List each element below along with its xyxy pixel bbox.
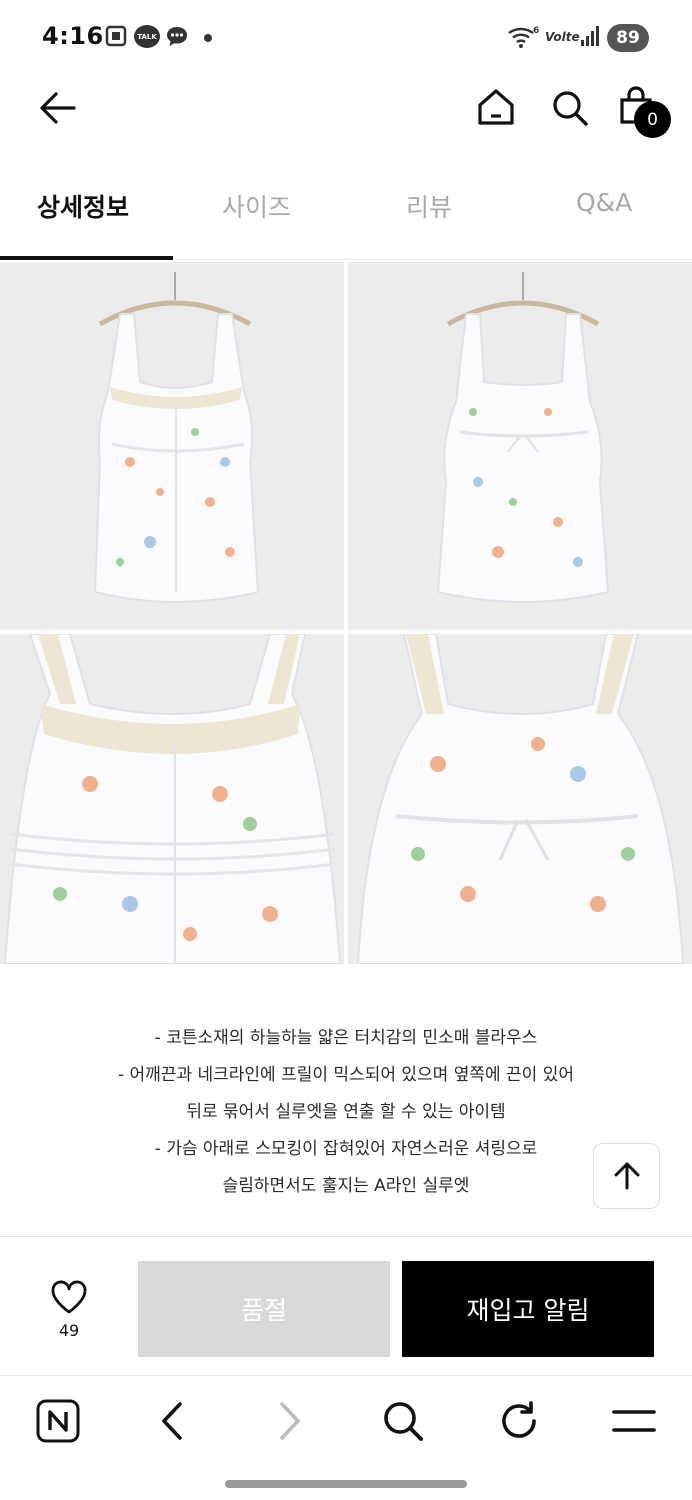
svg-text:6: 6 [533, 26, 539, 36]
product-photo-front-detail [0, 634, 344, 964]
description-line: - 어깨끈과 네크라인에 프릴이 믹스되어 있으며 옆쪽에 끈이 있어 [117, 1065, 574, 1085]
tab-reviews[interactable]: 리뷰 [406, 188, 452, 224]
arrow-up-icon [614, 1162, 639, 1190]
screenshot-icon [105, 25, 127, 47]
refresh-icon[interactable] [497, 1398, 541, 1444]
browser-toolbar [0, 1378, 692, 1474]
wishlist-button[interactable]: 49 [40, 1279, 98, 1340]
search-icon[interactable] [380, 1398, 426, 1444]
kakaotalk-icon: TALK [134, 25, 160, 48]
wifi-icon: 6 [508, 26, 539, 48]
battery-level: 89 [607, 24, 649, 52]
cart-button[interactable]: 0 [618, 86, 673, 138]
signal-icon [581, 26, 599, 46]
search-icon[interactable] [550, 88, 590, 128]
home-icon[interactable] [475, 86, 517, 128]
product-photo-back [348, 262, 692, 630]
naver-n-icon[interactable] [35, 1398, 81, 1444]
wishlist-count: 49 [58, 1321, 80, 1340]
app-header: 0 [0, 76, 692, 162]
menu-icon[interactable] [610, 1398, 658, 1444]
tab-bar: 상세정보 사이즈 리뷰 Q&A [0, 170, 692, 260]
description-line: 슬림하면서도 훌지는 A라인 실루엣 [222, 1176, 470, 1196]
talk-badge-label: TALK [137, 32, 157, 41]
status-bar: 4:16 TALK 6 Volte 89 [0, 0, 692, 76]
product-photo-back-detail [348, 634, 692, 964]
back-arrow-icon[interactable] [38, 90, 78, 126]
description-line: - 코튼소재의 하늘하늘 얇은 터치감의 민소매 블라우스 [154, 1028, 538, 1048]
soldout-button: 품절 [138, 1261, 390, 1357]
tab-details[interactable]: 상세정보 [37, 188, 129, 224]
heart-icon [51, 1280, 87, 1314]
product-description: - 코튼소재의 하늘하늘 얇은 터치감의 민소매 블라우스 - 어깨끈과 네크라… [0, 1020, 692, 1205]
description-line: 뒤로 묶어서 실루엣을 연출 할 수 있는 아이템 [186, 1102, 506, 1122]
restock-alert-button[interactable]: 재입고 알림 [402, 1261, 654, 1357]
notification-dot-icon [204, 34, 212, 42]
back-chevron-icon[interactable] [158, 1398, 188, 1444]
tab-size[interactable]: 사이즈 [222, 188, 291, 224]
message-icon [167, 27, 187, 46]
status-time: 4:16 [42, 22, 104, 50]
description-line: - 가슴 아래로 스모킹이 잡혀있어 자연스러운 셔링으로 [154, 1139, 538, 1159]
forward-chevron-icon[interactable] [274, 1398, 304, 1444]
active-tab-indicator [0, 256, 173, 260]
cart-count-badge: 0 [634, 101, 671, 138]
product-photo-front [0, 262, 344, 630]
purchase-action-bar: 49 품절 재입고 알림 [0, 1236, 692, 1376]
scroll-to-top-button[interactable] [593, 1143, 660, 1209]
home-indicator [225, 1480, 467, 1488]
tab-qna[interactable]: Q&A [576, 188, 632, 217]
volte-icon: Volte [545, 30, 580, 44]
